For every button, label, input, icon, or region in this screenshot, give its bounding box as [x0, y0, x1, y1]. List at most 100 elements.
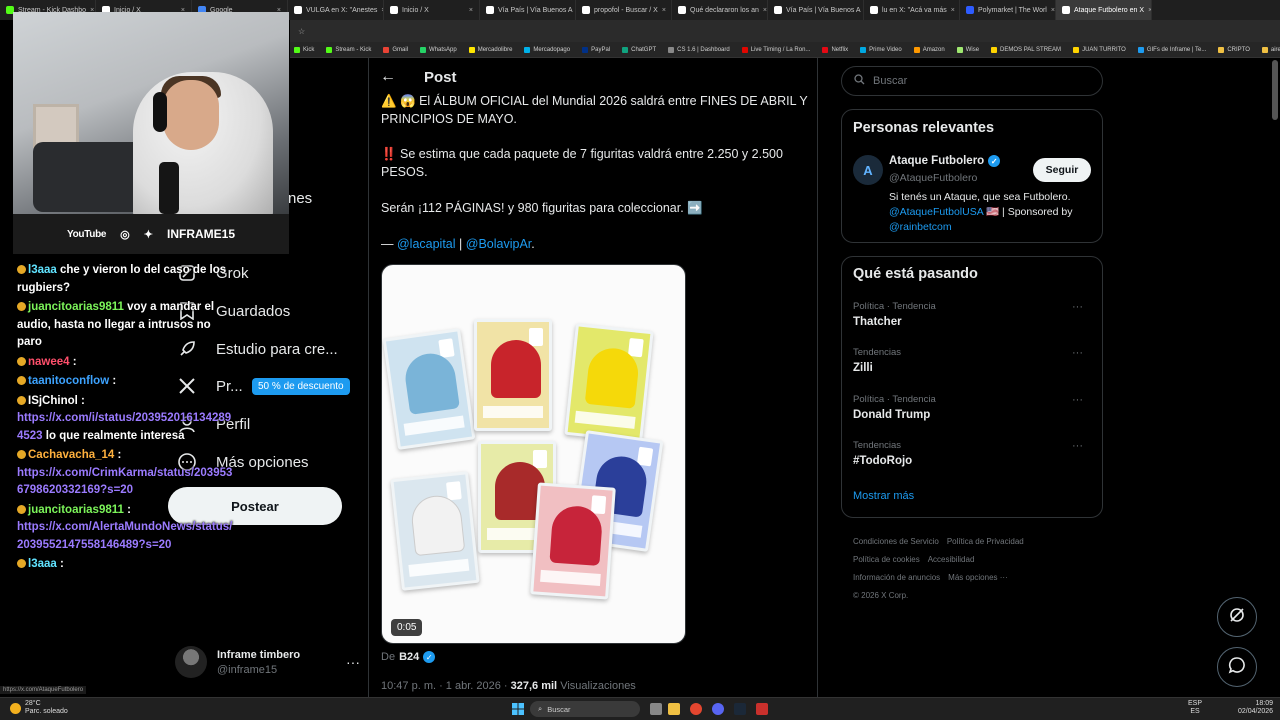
- browser-tab[interactable]: Qué declararon los an ×: [672, 0, 768, 20]
- discord-icon[interactable]: [712, 703, 724, 715]
- chat-link[interactable]: https://x.com/CrimKarma/status/203953679…: [17, 467, 232, 497]
- mention-link[interactable]: @lacapital: [397, 237, 456, 251]
- chat-username[interactable]: juancitoarias9811: [28, 504, 124, 516]
- sticker-card: [390, 471, 480, 591]
- post-text-line-2: ‼️ Se estima que cada paquete de 7 figur…: [381, 147, 783, 179]
- bookmark-item[interactable]: WhatsApp: [420, 46, 457, 53]
- close-tab-icon[interactable]: ×: [469, 7, 473, 14]
- chat-message: l3aaa :: [17, 556, 237, 574]
- bookmark-item[interactable]: Amazon: [913, 46, 945, 53]
- bookmark-item[interactable]: DEMOS PAL STREAM: [991, 46, 1061, 53]
- post-video[interactable]: [381, 264, 686, 644]
- ellipsis-icon[interactable]: ···: [1072, 347, 1083, 359]
- ellipsis-icon[interactable]: ···: [346, 654, 360, 670]
- footer-link[interactable]: Política de cookies: [853, 555, 920, 564]
- close-tab-icon[interactable]: ×: [1148, 7, 1151, 14]
- bookmark-favicon-icon: [468, 46, 475, 53]
- post-timestamp[interactable]: 10:47 p. m. · 1 abr. 2026 ·: [381, 680, 508, 692]
- bookmark-item[interactable]: Prime Video: [860, 46, 902, 53]
- bookmark-item[interactable]: Gmail: [383, 46, 408, 53]
- bookmark-item[interactable]: Mercadolibre: [468, 46, 512, 53]
- bookmark-item[interactable]: GIFs de Inframe | Te...: [1137, 46, 1206, 53]
- trend-category: Tendencias: [853, 440, 902, 451]
- from-account[interactable]: B24: [399, 651, 419, 663]
- trend-item[interactable]: Política · Tendencia Donald Trump ···: [853, 394, 1093, 421]
- trend-item[interactable]: Tendencias Zilli ···: [853, 347, 1093, 374]
- browser-tab[interactable]: Vía País | Vía Buenos A×: [768, 0, 864, 20]
- grok-icon: [1228, 606, 1246, 629]
- task-view-icon[interactable]: [650, 703, 662, 715]
- bookmark-item[interactable]: Kick: [294, 46, 315, 53]
- browser-tab[interactable]: VULGA en X: "Anestes×: [288, 0, 384, 20]
- chat-link[interactable]: https://x.com/AlertaMundoNews/status/203…: [17, 521, 232, 551]
- nav-item-partial[interactable]: nes: [288, 190, 312, 207]
- trend-item[interactable]: Tendencias #TodoRojo ···: [853, 440, 1093, 467]
- chat-username[interactable]: l3aaa: [28, 264, 57, 276]
- account-name-row[interactable]: Ataque Futbolero ✓: [889, 155, 1001, 167]
- bookmark-item[interactable]: JUAN TURRITO: [1073, 46, 1126, 53]
- chat-username[interactable]: l3aaa: [28, 558, 57, 570]
- browser-tab[interactable]: propofol - Buscar / X ×: [576, 0, 672, 20]
- browser-tab[interactable]: Inicio / X ×: [384, 0, 480, 20]
- bookmark-item[interactable]: Live Timing / La Ron...: [741, 46, 810, 53]
- grok-fab-button[interactable]: [1217, 597, 1257, 637]
- tab-favicon-icon: [966, 6, 974, 14]
- bookmark-item[interactable]: ChatGPT: [622, 46, 656, 53]
- chat-username[interactable]: Cachavacha_14: [28, 449, 114, 461]
- footer-link[interactable]: Condiciones de Servicio: [853, 537, 939, 546]
- file-explorer-icon[interactable]: [668, 703, 680, 715]
- follow-button[interactable]: Seguir: [1033, 158, 1091, 182]
- trend-item[interactable]: Política · Tendencia Thatcher ···: [853, 301, 1093, 328]
- chat-username[interactable]: ISjChinol: [28, 395, 78, 407]
- browser-tab[interactable]: Vía País | Vía Buenos A×: [480, 0, 576, 20]
- footer-link[interactable]: Política de Privacidad: [947, 537, 1024, 546]
- ellipsis-icon[interactable]: ···: [1072, 440, 1083, 452]
- back-arrow-icon[interactable]: ←: [380, 68, 396, 86]
- chat-username[interactable]: taanitoconflow: [28, 375, 109, 387]
- chat-username[interactable]: nawee4: [28, 356, 70, 368]
- bookmark-label: CS 1.6 | Dashboard: [677, 46, 730, 53]
- tab-label: Vía País | Vía Buenos A: [786, 6, 861, 14]
- bookmark-item[interactable]: Netflix: [822, 46, 848, 53]
- messages-fab-button[interactable]: [1217, 647, 1257, 687]
- browser-tab[interactable]: lu en X: "Acá va más ×: [864, 0, 960, 20]
- bio-mention[interactable]: @AtaqueFutbolUSA: [889, 206, 983, 218]
- bookmark-item[interactable]: Mercadopago: [524, 46, 570, 53]
- bookmark-label: Kick: [303, 46, 315, 53]
- bookmark-item[interactable]: PayPal: [582, 46, 610, 53]
- steam-icon[interactable]: [734, 703, 746, 715]
- bookmark-item[interactable]: CS 1.6 | Dashboard: [668, 46, 730, 53]
- chat-username[interactable]: juancitoarias9811: [28, 301, 124, 313]
- close-tab-icon[interactable]: ×: [951, 7, 955, 14]
- bookmark-item[interactable]: Wise: [956, 46, 979, 53]
- show-more-link[interactable]: Mostrar más: [853, 490, 914, 502]
- footer-link[interactable]: Más opciones ···: [948, 573, 1008, 582]
- browser-tab[interactable]: Ataque Futbolero en X ×: [1056, 0, 1152, 20]
- footer-link[interactable]: Accesibilidad: [928, 555, 975, 564]
- bio-mention[interactable]: @rainbetcom: [889, 220, 1094, 235]
- browser-tab[interactable]: Polymarket | The Worl ×: [960, 0, 1056, 20]
- account-switcher[interactable]: Inframe timbero @inframe15 ···: [175, 646, 360, 678]
- bookmark-star-icon[interactable]: ☆: [298, 27, 305, 36]
- search-input[interactable]: Buscar: [841, 66, 1103, 96]
- clock[interactable]: 18:09 02/04/2026: [1238, 700, 1273, 716]
- bookmark-item[interactable]: Stream - Kick: [326, 46, 371, 53]
- mention-link[interactable]: @BolavipAr: [466, 237, 532, 251]
- bookmark-item[interactable]: aires: [1261, 46, 1280, 53]
- language-indicator[interactable]: ESP ES: [1188, 700, 1202, 716]
- weather-widget[interactable]: 28°C Parc. soleado: [25, 700, 68, 716]
- chrome-icon[interactable]: [690, 703, 702, 715]
- close-tab-icon[interactable]: ×: [1051, 7, 1055, 14]
- bookmark-item[interactable]: CRIPTO: [1218, 46, 1250, 53]
- webcam-drumkit: [33, 142, 143, 212]
- ellipsis-icon[interactable]: ···: [1072, 394, 1083, 406]
- windows-start-icon[interactable]: [512, 703, 524, 715]
- taskbar-search[interactable]: ⌕ Buscar: [530, 701, 640, 717]
- scrollbar-thumb[interactable]: [1272, 60, 1278, 120]
- account-avatar[interactable]: A: [853, 155, 883, 185]
- app-icon[interactable]: [756, 703, 768, 715]
- ellipsis-icon[interactable]: ···: [1072, 301, 1083, 313]
- close-tab-icon[interactable]: ×: [763, 7, 767, 14]
- footer-link[interactable]: Información de anuncios: [853, 573, 940, 582]
- close-tab-icon[interactable]: ×: [662, 7, 666, 14]
